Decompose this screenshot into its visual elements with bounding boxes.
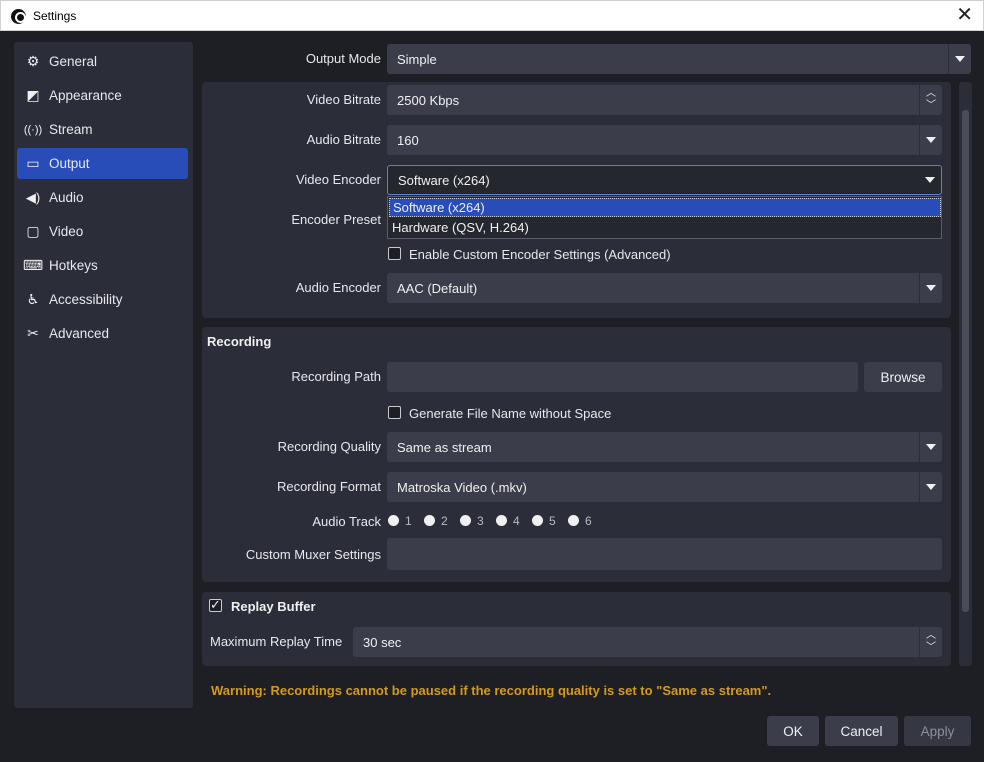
spin-arrows-icon[interactable]: ︿ ﹀ (919, 627, 942, 657)
audio-track-radio-6[interactable] (568, 515, 579, 526)
output-mode-select[interactable]: Simple (387, 44, 971, 74)
sidebar-item-accessibility[interactable]: ♿ Accessibility (17, 284, 188, 315)
audio-bitrate-label: Audio Bitrate (306, 132, 381, 147)
audio-track-number: 4 (513, 514, 520, 528)
audio-track-number: 6 (585, 514, 592, 528)
audio-encoder-label: Audio Encoder (295, 280, 381, 295)
chevron-down-icon (918, 166, 941, 194)
settings-sidebar: ⚙ General ◩ Appearance ((·)) Stream ▭ Ou… (14, 42, 193, 708)
sidebar-item-label: Hotkeys (49, 258, 98, 273)
sidebar-item-label: Stream (49, 122, 93, 137)
encoder-preset-label: Encoder Preset (291, 212, 381, 227)
chevron-down-icon (919, 273, 942, 303)
sidebar-item-label: Audio (49, 190, 84, 205)
audio-bitrate-value: 160 (397, 132, 419, 148)
audio-encoder-value: AAC (Default) (397, 280, 478, 296)
video-encoder-value: Software (x264) (398, 172, 490, 188)
sidebar-item-label: Output (49, 156, 90, 171)
custom-encoder-checkbox[interactable] (388, 247, 401, 260)
ok-button[interactable]: OK (767, 716, 819, 746)
sidebar-item-advanced[interactable]: ✂ Advanced (17, 318, 188, 349)
output-icon: ▭ (26, 155, 40, 171)
audio-track-label: Audio Track (312, 514, 381, 529)
output-mode-label: Output Mode (305, 51, 381, 66)
audio-track-radio-4[interactable] (496, 515, 507, 526)
audio-track-radio-3[interactable] (460, 515, 471, 526)
keyboard-icon: ⌨ (22, 257, 44, 273)
chevron-down-icon (948, 44, 971, 74)
close-icon[interactable]: ✕ (956, 5, 973, 25)
audio-track-number: 1 (405, 514, 412, 528)
video-encoder-select[interactable]: Software (x264) (387, 165, 942, 195)
title-bar: Settings ✕ (0, 0, 984, 31)
scrollbar-thumb[interactable] (962, 110, 969, 612)
sidebar-item-stream[interactable]: ((·)) Stream (17, 114, 188, 145)
audio-track-number: 3 (477, 514, 484, 528)
audio-track-radio-2[interactable] (424, 515, 435, 526)
recording-path-label: Recording Path (291, 369, 381, 384)
video-bitrate-spinbox[interactable]: 2500 Kbps ︿ ﹀ (387, 85, 942, 115)
sidebar-item-label: Video (49, 224, 84, 239)
recording-format-value: Matroska Video (.mkv) (397, 479, 527, 495)
file-name-no-space-label: Generate File Name without Space (409, 406, 612, 421)
recording-quality-label: Recording Quality (277, 439, 381, 454)
custom-muxer-label: Custom Muxer Settings (245, 547, 381, 562)
appearance-icon: ◩ (26, 87, 40, 103)
sidebar-item-label: General (49, 54, 98, 69)
max-replay-time-spinbox[interactable]: 30 sec ︿ ﹀ (353, 627, 942, 657)
sidebar-item-audio[interactable]: ◀) Audio (17, 182, 188, 213)
replay-buffer-checkbox[interactable] (209, 597, 222, 613)
replay-buffer-title: Replay Buffer (231, 599, 316, 614)
audio-track-radio-5[interactable] (532, 515, 543, 526)
chevron-down-icon (919, 432, 942, 462)
recording-section-title: Recording (207, 334, 272, 349)
output-mode-value: Simple (397, 51, 437, 67)
chevron-down-icon (919, 472, 942, 502)
audio-encoder-select[interactable]: AAC (Default) (387, 273, 942, 303)
sidebar-item-hotkeys[interactable]: ⌨ Hotkeys (17, 250, 188, 281)
browse-button[interactable]: Browse (864, 362, 942, 392)
custom-encoder-label: Enable Custom Encoder Settings (Advanced… (409, 247, 671, 262)
sidebar-item-output[interactable]: ▭ Output (17, 148, 188, 179)
gear-icon: ⚙ (26, 53, 40, 69)
video-encoder-label: Video Encoder (295, 172, 381, 187)
sidebar-item-video[interactable]: ▢ Video (17, 216, 188, 247)
tools-icon: ✂ (27, 325, 39, 341)
recording-format-label: Recording Format (276, 479, 381, 494)
accessibility-icon: ♿ (26, 291, 40, 307)
obs-logo-icon (11, 9, 26, 24)
dropdown-option-software[interactable]: Software (x264) (389, 198, 941, 217)
file-name-no-space-checkbox[interactable] (388, 406, 401, 419)
sidebar-item-label: Appearance (49, 88, 122, 103)
audio-track-radio-1[interactable] (388, 515, 399, 526)
sidebar-item-appearance[interactable]: ◩ Appearance (17, 80, 188, 111)
recording-format-select[interactable]: Matroska Video (.mkv) (387, 472, 942, 502)
window-title: Settings (33, 9, 77, 23)
broadcast-icon: ((·)) (23, 123, 43, 136)
audio-bitrate-select[interactable]: 160 (387, 125, 942, 155)
cancel-button[interactable]: Cancel (825, 716, 898, 746)
monitor-icon: ▢ (26, 223, 40, 239)
sidebar-item-label: Accessibility (49, 292, 123, 307)
apply-button[interactable]: Apply (904, 716, 971, 746)
audio-track-number: 2 (441, 514, 448, 528)
recording-quality-select[interactable]: Same as stream (387, 432, 942, 462)
recording-quality-value: Same as stream (397, 439, 492, 455)
recording-path-input[interactable] (387, 362, 858, 392)
sidebar-item-general[interactable]: ⚙ General (17, 46, 188, 77)
sidebar-item-label: Advanced (49, 326, 110, 341)
audio-track-number: 5 (549, 514, 556, 528)
video-bitrate-label: Video Bitrate (306, 92, 381, 107)
max-replay-time-value: 30 sec (363, 634, 402, 650)
warning-text: Warning: Recordings cannot be paused if … (211, 683, 772, 698)
max-replay-time-label: Maximum Replay Time (210, 634, 343, 649)
video-bitrate-value: 2500 Kbps (397, 92, 460, 108)
custom-muxer-input[interactable] (387, 538, 942, 570)
dropdown-option-hardware[interactable]: Hardware (QSV, H.264) (389, 218, 941, 237)
video-encoder-dropdown: Software (x264) Hardware (QSV, H.264) (387, 196, 942, 239)
spin-arrows-icon[interactable]: ︿ ﹀ (919, 85, 942, 115)
speaker-icon: ◀) (25, 189, 41, 205)
chevron-down-icon (919, 125, 942, 155)
